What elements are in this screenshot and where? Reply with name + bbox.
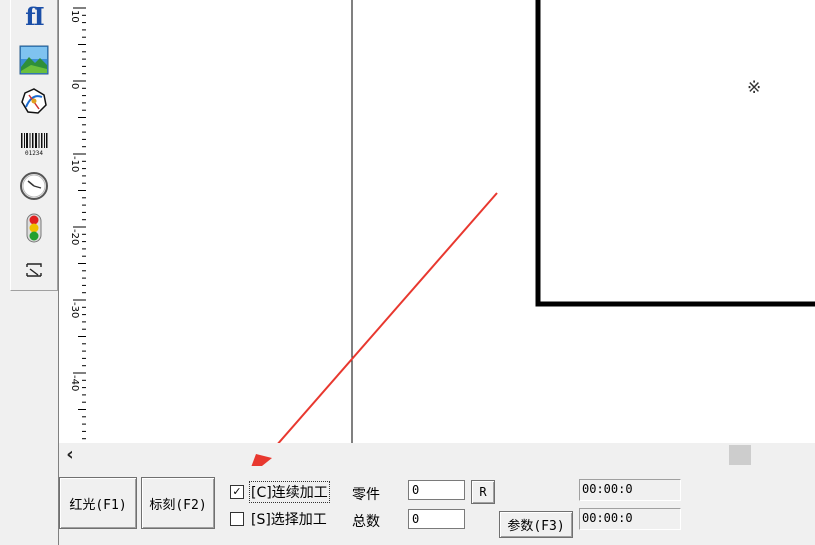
extend-tool-button[interactable]	[18, 254, 50, 286]
ruler-label: 0	[69, 83, 80, 89]
continuous-mark-label[interactable]: [C]连续加工	[249, 481, 330, 503]
drawing-toolbar: fI 01234	[0, 0, 58, 292]
params-button[interactable]: 参数(F3)	[499, 511, 573, 538]
barcode-icon: 01234	[21, 133, 48, 157]
ruler-label: 10	[69, 10, 80, 23]
select-mark-checkbox[interactable]	[230, 512, 244, 526]
ruler-label: -20	[69, 229, 80, 245]
parts-count-input[interactable]	[408, 480, 465, 500]
checkmark-icon: ✓	[232, 485, 242, 498]
scroll-thumb[interactable]	[729, 445, 751, 465]
barcode-digits: 01234	[25, 150, 43, 157]
barcode-tool-button[interactable]: 01234	[18, 128, 50, 160]
time-fade	[632, 480, 680, 500]
total-time-text: 00:00:0	[582, 511, 633, 525]
ruler-label: -40	[69, 375, 80, 391]
elapsed-time-text: 00:00:0	[582, 482, 633, 496]
extend-axis-icon	[26, 263, 42, 277]
vector-import-icon	[21, 88, 47, 114]
canvas-graphics	[277, 0, 815, 443]
parts-label: 零件	[352, 487, 380, 503]
ruler-label: -10	[69, 156, 80, 172]
io-tool-button[interactable]	[18, 212, 50, 244]
elapsed-time-display: 00:00:0	[579, 479, 681, 501]
ruler-label: -30	[69, 302, 80, 318]
total-count-input[interactable]	[408, 509, 465, 529]
text-tool-button[interactable]: fI	[18, 0, 50, 32]
mark-button[interactable]: 标刻(F2)	[141, 477, 215, 529]
work-area-rectangle	[535, 0, 815, 307]
total-time-display: 00:00:0	[579, 508, 681, 530]
image-tool-button[interactable]	[18, 44, 50, 76]
horizontal-scrollbar[interactable]: ‹	[58, 443, 815, 466]
annotation-arrow-line	[277, 192, 498, 443]
text-cursor-icon: fI	[25, 1, 45, 31]
red-light-button[interactable]: 红光(F1)	[59, 477, 137, 529]
vector-tool-button[interactable]	[18, 85, 50, 117]
continuous-mark-checkbox[interactable]: ✓	[230, 485, 244, 499]
total-label: 总数	[352, 514, 380, 530]
object-center-marker: ※	[747, 78, 762, 98]
landscape-image-icon	[19, 45, 49, 75]
clock-tool-button[interactable]	[18, 170, 50, 202]
chevron-left-icon: ‹	[66, 443, 74, 465]
select-mark-label[interactable]: [S]选择加工	[251, 509, 327, 529]
ruler-ticks: 10 0 -10 -20 -30 -40	[69, 7, 87, 440]
drawing-canvas[interactable]: ※	[86, 0, 815, 443]
vertical-ruler: 10 0 -10 -20 -30 -40	[58, 0, 87, 443]
reset-count-button[interactable]: R	[471, 480, 495, 504]
clock-icon	[20, 172, 48, 200]
time-fade-2	[632, 509, 680, 529]
scroll-left-button[interactable]: ‹	[59, 443, 81, 466]
mark-control-panel: 红光(F1) 标刻(F2) ✓ [C]连续加工 [S]选择加工 零件 R 总数 …	[58, 466, 815, 545]
traffic-light-icon	[26, 213, 42, 243]
